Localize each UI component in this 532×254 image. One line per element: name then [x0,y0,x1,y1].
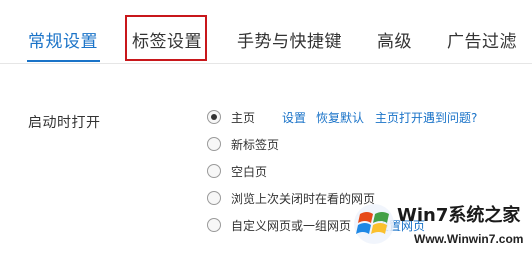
option-label: 空白页 [231,165,268,179]
radio-button[interactable] [207,137,221,151]
watermark-url: Www.Winwin7.com [414,232,524,246]
restore-default-link[interactable]: 恢复默认 [316,109,364,126]
startup-section-label: 启动时打开 [28,115,101,131]
tab-highlight-box [125,15,207,61]
radio-button[interactable] [207,164,221,178]
tab-gestures-shortcuts[interactable]: 手势与快捷键 [237,27,342,57]
watermark: Win7系统之家 Www.Winwin7.com [352,196,532,254]
watermark-brand: Win7系统之家 [397,205,521,226]
radio-button-checked[interactable] [207,110,221,124]
tab-divider [0,63,532,64]
homepage-settings-link[interactable]: 设置 [282,109,306,126]
radio-button[interactable] [207,218,221,232]
tab-advanced[interactable]: 高级 [377,27,412,57]
tab-general-settings[interactable]: 常规设置 [28,27,98,57]
tab-ad-filter[interactable]: 广告过滤 [447,27,517,57]
radio-button[interactable] [207,191,221,205]
active-tab-underline [27,60,100,62]
option-label: 自定义网页或一组网页 [231,219,352,233]
homepage-problem-link[interactable]: 主页打开遇到问题? [375,109,477,126]
option-label: 新标签页 [231,138,280,152]
option-label: 主页 [231,111,256,125]
settings-tab-bar: 常规设置 标签设置 手势与快捷键 高级 广告过滤 [0,0,532,64]
windows-logo-icon [354,204,394,244]
